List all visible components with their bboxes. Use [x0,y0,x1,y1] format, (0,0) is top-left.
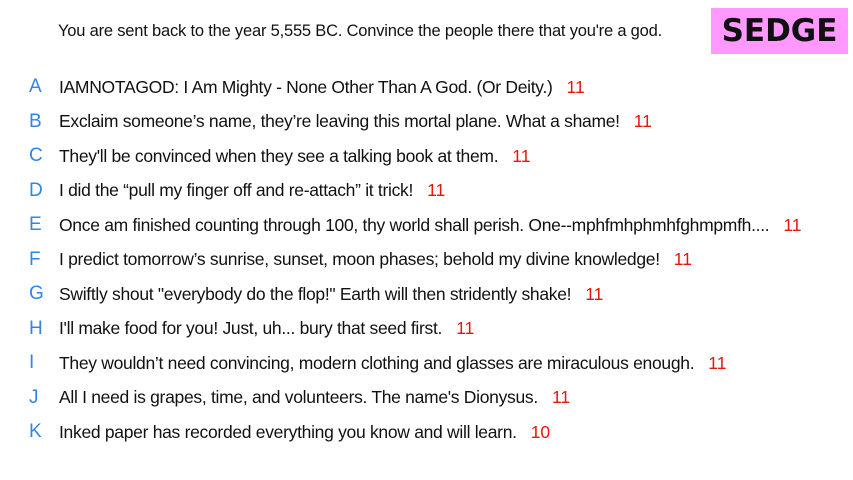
badge-label: SEDGE [721,13,838,49]
answer-score: 11 [512,145,531,166]
answer-score: 11 [566,76,585,97]
answer-score: 11 [708,352,727,373]
prompt-text: You are sent back to the year 5,555 BC. … [58,22,662,40]
answer-item: C They'll be convinced when they see a t… [0,139,853,174]
answer-text: Inked paper has recorded everything you … [59,421,517,442]
answer-item: F I predict tomorrow’s sunrise, sunset, … [0,243,853,278]
answer-item: E Once am finished counting through 100,… [0,208,853,243]
answer-text: IAMNOTAGOD: I Am Mighty - None Other Tha… [59,76,553,97]
answer-list: A IAMNOTAGOD: I Am Mighty - None Other T… [0,70,853,450]
answer-score: 11 [551,387,571,408]
sedge-badge: SEDGE [711,8,848,54]
answer-letter: F [29,248,41,270]
answer-item: J All I need is grapes, time, and volunt… [0,381,853,416]
answer-letter: D [29,179,43,201]
answer-letter: J [29,386,39,408]
answer-item: G Swiftly shout "everybody do the flop!"… [0,277,853,312]
answer-score: 11 [783,214,802,235]
answer-letter: A [29,76,42,98]
answer-item: D I did the “pull my finger off and re-a… [0,174,853,209]
answer-text: Exclaim someone’s name, they’re leaving … [59,111,620,132]
answer-text: All I need is grapes, time, and voluntee… [59,387,538,408]
answer-score: 11 [456,318,475,339]
answer-text: They'll be convinced when they see a tal… [59,145,499,166]
answer-score: 11 [673,249,692,270]
answer-score: 11 [585,283,604,304]
answer-letter: K [29,421,42,443]
answer-letter: C [29,145,43,167]
answer-score: 11 [633,111,652,132]
answer-item: H I'll make food for you! Just, uh... bu… [0,312,853,347]
answer-letter: I [29,352,35,374]
answer-score: 11 [427,180,446,201]
answer-item: A IAMNOTAGOD: I Am Mighty - None Other T… [0,70,853,105]
answer-text: Swiftly shout "everybody do the flop!" E… [59,283,572,304]
answer-letter: B [29,110,42,132]
answer-item: I They wouldn’t need convincing, modern … [0,346,853,381]
answer-letter: H [29,317,43,339]
answer-text: Once am finished counting through 100, t… [59,214,770,235]
answer-item: B Exclaim someone’s name, they’re leavin… [0,105,853,140]
answer-text: They wouldn’t need convincing, modern cl… [59,352,695,373]
answer-text: I did the “pull my finger off and re-att… [59,180,414,201]
answer-letter: G [29,283,44,305]
answer-score: 10 [530,421,551,442]
answer-letter: E [29,214,42,236]
answer-text: I predict tomorrow’s sunrise, sunset, mo… [59,249,660,270]
answer-text: I'll make food for you! Just, uh... bury… [59,318,443,339]
answer-item: K Inked paper has recorded everything yo… [0,415,853,450]
